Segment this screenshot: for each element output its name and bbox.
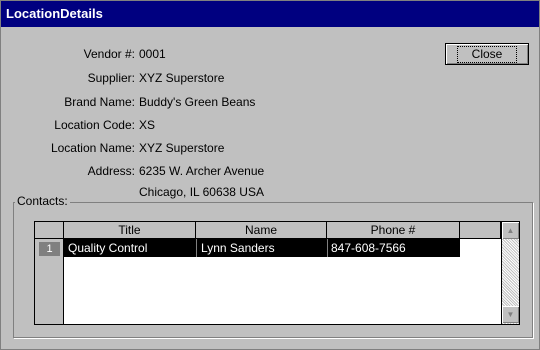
location-code-label: Location Code:	[54, 118, 135, 132]
arrow-up-icon[interactable]: ▲	[502, 222, 519, 239]
contact-title-cell[interactable]: Quality Control	[68, 240, 147, 256]
supplier-value: XYZ Superstore	[139, 71, 225, 85]
contact-phone-cell[interactable]: 847-608-7566	[331, 240, 406, 256]
contacts-grid[interactable]: Title Name Phone # 1 Quality Control Lyn…	[34, 221, 520, 325]
location-name-value: XYZ Superstore	[139, 141, 225, 155]
brand-name-label: Brand Name:	[64, 95, 135, 109]
contacts-group-label: Contacts:	[15, 194, 70, 208]
row-indicator-column: 1	[35, 239, 64, 324]
column-header-name[interactable]: Name	[196, 222, 327, 239]
contact-name-cell[interactable]: Lynn Sanders	[201, 240, 275, 256]
arrow-down-icon[interactable]: ▼	[502, 306, 519, 323]
location-name-label: Location Name:	[50, 141, 135, 155]
vertical-scrollbar[interactable]: ▲ ▼	[501, 222, 519, 324]
brand-name-value: Buddy's Green Beans	[139, 95, 256, 109]
supplier-label: Supplier:	[87, 71, 135, 85]
column-header-blank	[460, 222, 501, 239]
column-header-phone[interactable]: Phone #	[327, 222, 460, 239]
location-code-value: XS	[139, 118, 156, 132]
window-title: LocationDetails	[1, 1, 539, 27]
cell-divider	[196, 239, 197, 257]
row-number[interactable]: 1	[39, 242, 60, 256]
vendor-value: 0001	[139, 47, 166, 61]
address-line2-value: Chicago, IL 60638 USA	[139, 185, 264, 199]
close-button[interactable]: Close	[445, 43, 529, 65]
grid-corner-header	[35, 222, 64, 239]
location-details-window: LocationDetails Vendor #: 0001 Supplier:…	[0, 0, 540, 350]
cell-divider	[327, 239, 328, 257]
address-label: Address:	[87, 164, 135, 178]
column-header-title[interactable]: Title	[64, 222, 196, 239]
address-line1-value: 6235 W. Archer Avenue	[139, 164, 265, 178]
vendor-label: Vendor #:	[83, 47, 135, 61]
close-button-label: Close	[456, 46, 518, 63]
